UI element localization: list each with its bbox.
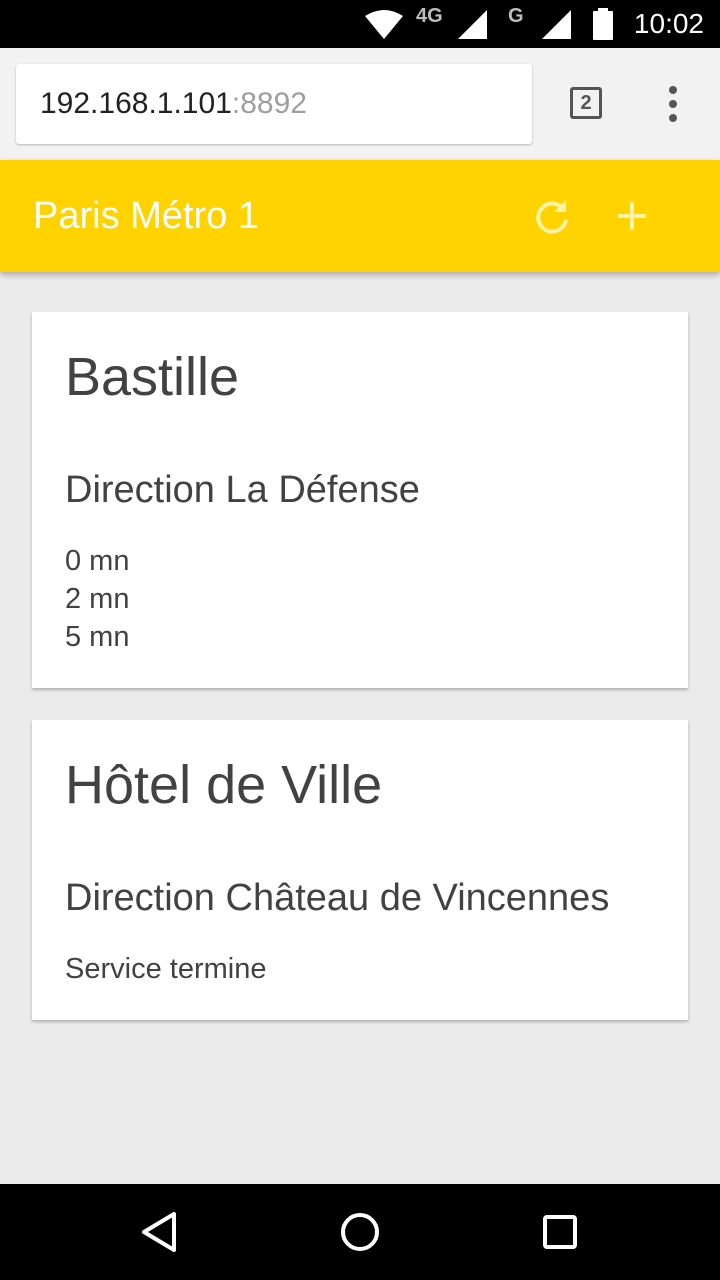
station-name: Bastille xyxy=(65,347,240,407)
back-icon[interactable] xyxy=(136,1208,184,1256)
browser-toolbar: 192.168.1.101:8892 2 xyxy=(0,48,720,160)
arrival-times: 0 mn 2 mn 5 mn xyxy=(65,542,129,656)
url-text[interactable]: 192.168.1.101:8892 xyxy=(40,86,307,122)
arrival-time: 5 mn xyxy=(65,621,130,653)
url-port: :8892 xyxy=(231,87,307,120)
tab-switcher-button[interactable]: 2 xyxy=(570,87,602,119)
network-type-label: 4G xyxy=(416,5,443,27)
system-nav-bar xyxy=(0,1184,720,1280)
clock: 10:02 xyxy=(633,8,704,39)
battery-icon xyxy=(593,8,613,40)
service-status: Service termine xyxy=(65,953,267,985)
url-bar[interactable]: 192.168.1.101:8892 xyxy=(16,64,532,144)
url-host: 192.168.1.101 xyxy=(40,87,232,120)
station-card: Hôtel de Ville Direction Château de Vinc… xyxy=(32,720,688,1020)
arrival-time: 0 mn xyxy=(65,545,130,577)
refresh-icon[interactable] xyxy=(532,196,572,236)
recents-icon[interactable] xyxy=(536,1208,584,1256)
more-vert-icon[interactable] xyxy=(660,86,688,122)
app-header: Paris Métro 1 xyxy=(0,160,720,272)
direction-label: Direction Château de Vincennes xyxy=(65,877,610,919)
direction-label: Direction La Défense xyxy=(65,469,420,511)
page-title: Paris Métro 1 xyxy=(33,195,259,237)
add-icon[interactable] xyxy=(610,194,654,238)
signal-icon-2 xyxy=(542,10,571,39)
arrival-time: 2 mn xyxy=(65,583,130,615)
status-bar: 4G G 10:02 xyxy=(0,0,720,48)
station-card: Bastille Direction La Défense 0 mn 2 mn … xyxy=(32,312,688,688)
wifi-icon xyxy=(365,10,403,39)
signal-icon xyxy=(458,10,487,39)
home-icon[interactable] xyxy=(336,1208,384,1256)
network-type-label-2: G xyxy=(508,5,524,27)
station-name: Hôtel de Ville xyxy=(65,755,383,815)
